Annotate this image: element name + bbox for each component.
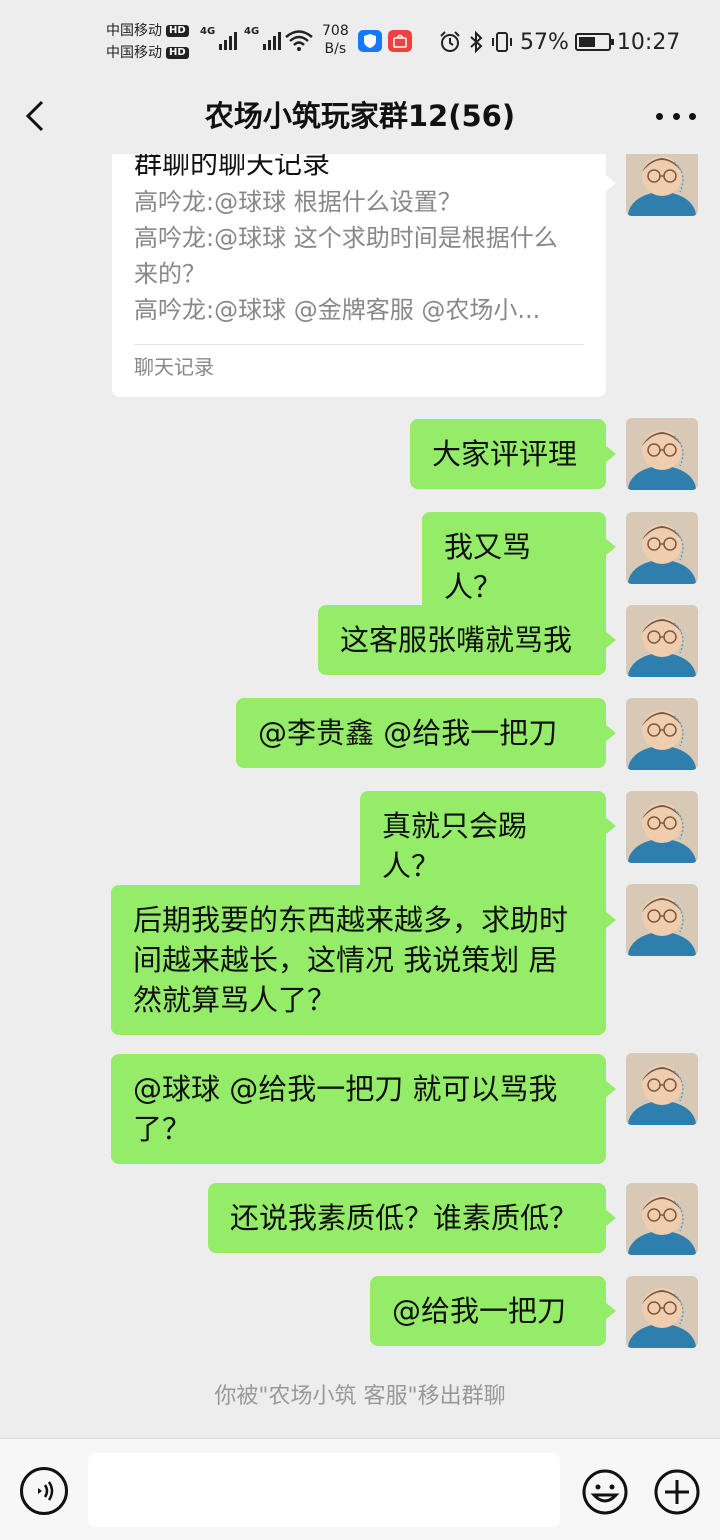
hd-badge: HD [166, 47, 189, 59]
vibrate-icon [492, 32, 512, 52]
message-bubble[interactable]: @李贵鑫 @给我一把刀 [236, 698, 616, 768]
record-card-title: 群聊的聊天记录 [134, 154, 331, 180]
clock: 10:27 [616, 29, 681, 55]
wifi-icon [285, 30, 313, 51]
message-bubble[interactable]: 后期我要的东西越来越多，求助时间越来越长，这情况 我说策划 居然就算骂人了？ [111, 885, 616, 1035]
signal-icon: 4G [244, 26, 282, 50]
record-card-line: 来的？ [134, 260, 206, 288]
chat-header: 农场小筑玩家群12(56) [0, 82, 720, 154]
avatar[interactable] [626, 512, 698, 584]
avatar[interactable] [626, 1053, 698, 1125]
message-bubble[interactable]: @给我一把刀 [370, 1276, 616, 1346]
record-card-footer: 聊天记录 [134, 355, 214, 379]
input-bar [0, 1438, 720, 1540]
carrier-info: 中国移动 HD 中国移动 HD [106, 20, 189, 64]
message-bubble[interactable]: 大家评评理 [410, 419, 616, 489]
voice-icon[interactable] [20, 1467, 68, 1515]
security-app-icon [358, 30, 382, 52]
system-message: 你被"农场小筑 客服"移出群聊 [214, 1384, 506, 1409]
chat-record-card[interactable]: 群聊的聊天记录 高吟龙:@球球 根据什么设置？ 高吟龙:@球球 这个求助时间是根… [112, 154, 616, 397]
bluetooth-icon [470, 30, 483, 54]
message-bubble[interactable]: @球球 @给我一把刀 就可以骂我了？ [111, 1054, 616, 1164]
avatar[interactable] [626, 605, 698, 677]
carrier-2: 中国移动 [106, 45, 162, 61]
battery-icon [574, 33, 614, 51]
network-speed: 708 B/s [322, 22, 349, 58]
status-bar: 中国移动 HD 中国移动 HD 4G 4G 708 B/s 57% 10:27 [0, 0, 720, 82]
alarm-icon [440, 31, 460, 52]
chat-title: 农场小筑玩家群12(56) [204, 99, 516, 133]
record-card-line: 高吟龙:@球球 根据什么设置？ [134, 188, 462, 216]
speed-value: 708 [322, 23, 349, 39]
avatar[interactable] [626, 884, 698, 956]
avatar[interactable] [626, 154, 698, 216]
avatar[interactable] [626, 1276, 698, 1348]
signal-icon: 4G [200, 26, 238, 50]
message-bubble[interactable]: 还说我素质低？谁素质低？ [208, 1183, 616, 1253]
battery-fill [578, 37, 595, 47]
message-input[interactable] [88, 1453, 560, 1527]
speed-unit: B/s [324, 41, 347, 57]
emoji-icon[interactable] [580, 1467, 630, 1517]
more-dots-icon[interactable] [656, 106, 696, 126]
network-type: 4G [200, 26, 216, 37]
hd-badge: HD [166, 25, 189, 37]
avatar[interactable] [626, 698, 698, 770]
avatar[interactable] [626, 1183, 698, 1255]
carrier-1: 中国移动 [106, 23, 162, 39]
plus-icon[interactable] [652, 1467, 702, 1517]
system-icons: 57% 10:27 [438, 26, 680, 58]
message-bubble[interactable]: 这客服张嘴就骂我 [318, 605, 616, 675]
battery-percent: 57% [520, 29, 569, 55]
network-type: 4G [244, 26, 260, 37]
chat-area[interactable]: 群聊的聊天记录 高吟龙:@球球 根据什么设置？ 高吟龙:@球球 这个求助时间是根… [0, 154, 720, 1438]
store-app-icon [388, 30, 412, 52]
record-card-line: 高吟龙:@球球 @金牌客服 @农场小... [134, 296, 541, 324]
avatar[interactable] [626, 418, 698, 490]
record-card-line: 高吟龙:@球球 这个求助时间是根据什么 [134, 224, 558, 252]
avatar[interactable] [626, 791, 698, 863]
